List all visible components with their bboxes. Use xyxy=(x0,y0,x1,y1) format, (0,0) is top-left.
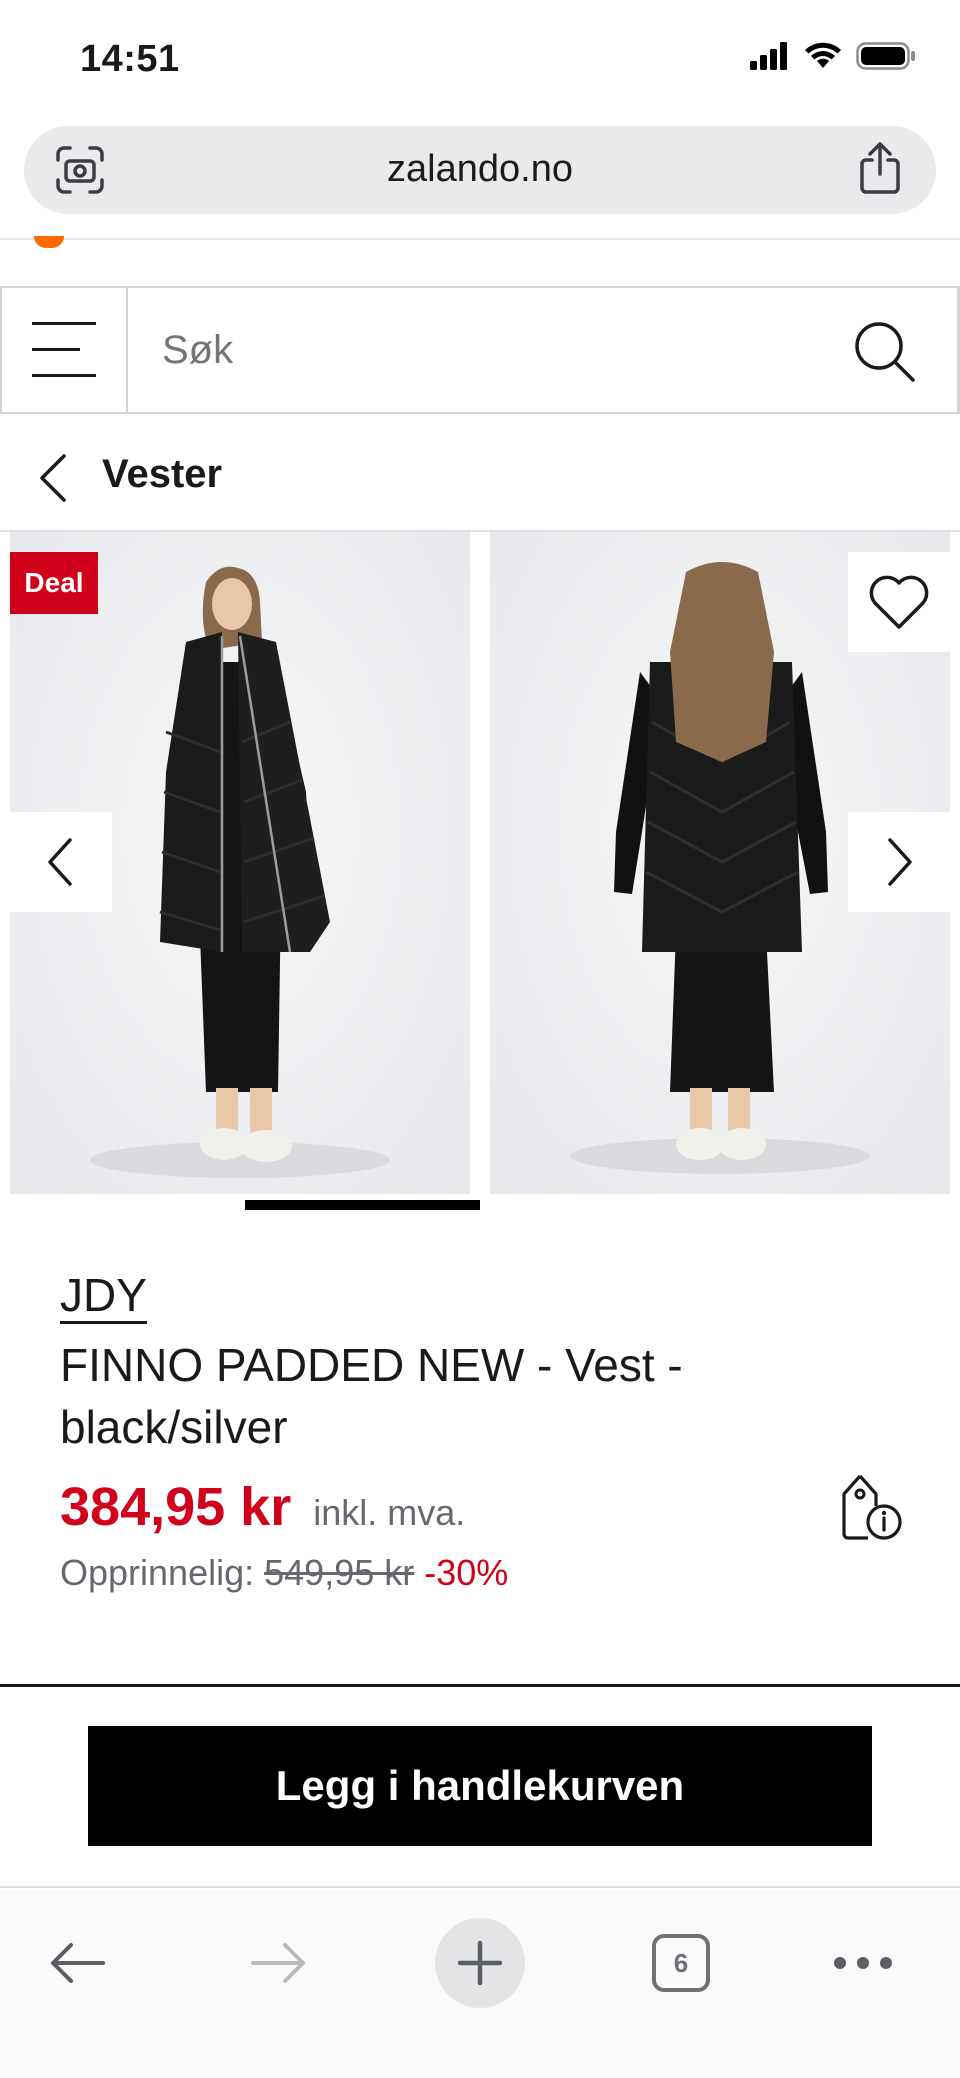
browser-back-button[interactable] xyxy=(32,1918,122,2008)
product-name: FINNO PADDED NEW - Vest - black/silver xyxy=(60,1339,683,1453)
forward-arrow-icon[interactable] xyxy=(249,1941,309,1985)
url-text[interactable]: zalando.no xyxy=(24,148,936,191)
browser-toolbar: 6 xyxy=(0,1890,960,2078)
plus-icon[interactable] xyxy=(457,1940,503,1986)
vat-note: inkl. mva. xyxy=(313,1492,466,1533)
chevron-right-icon[interactable] xyxy=(884,836,914,888)
gallery-progress xyxy=(0,1200,960,1210)
heart-icon[interactable] xyxy=(867,573,931,631)
tabs-button[interactable]: 6 xyxy=(636,1918,726,2008)
chevron-left-icon[interactable] xyxy=(34,450,74,506)
price-tag-info-icon[interactable] xyxy=(838,1472,904,1542)
gallery-prev-button[interactable] xyxy=(10,812,112,912)
brand-link[interactable]: JDY xyxy=(60,1268,147,1322)
tabs-count: 6 xyxy=(673,1947,689,1978)
status-time: 14:51 xyxy=(80,38,180,80)
wifi-icon xyxy=(805,42,841,68)
site-header xyxy=(0,286,960,414)
browser-divider xyxy=(0,238,960,240)
price-row: 384,95 kr inkl. mva. xyxy=(60,1476,465,1538)
share-icon[interactable] xyxy=(854,140,906,196)
browser-forward-button[interactable] xyxy=(234,1918,324,2008)
battery-icon xyxy=(856,42,915,70)
signal-icon xyxy=(750,42,787,70)
search-input[interactable] xyxy=(162,328,762,373)
gallery-next-button[interactable] xyxy=(848,812,950,912)
breadcrumb[interactable]: Vester xyxy=(0,430,960,530)
gallery-progress-fill xyxy=(245,1200,480,1210)
status-icons xyxy=(750,42,916,70)
current-price: 384,95 kr xyxy=(60,1477,292,1537)
new-tab-circle[interactable] xyxy=(435,1918,525,2008)
chevron-left-icon[interactable] xyxy=(46,836,76,888)
menu-icon[interactable] xyxy=(32,322,96,325)
discount-percent: -30% xyxy=(424,1552,509,1593)
product-gallery[interactable]: Deal xyxy=(0,532,960,1210)
back-arrow-icon[interactable] xyxy=(47,1941,107,1985)
sticky-divider xyxy=(0,1684,960,1687)
more-button[interactable] xyxy=(818,1918,908,2008)
original-price-row: Opprinnelig: 549,95 kr -30% xyxy=(60,1552,508,1594)
original-label: Opprinnelig: xyxy=(60,1552,255,1593)
more-icon[interactable] xyxy=(833,1956,893,1970)
toolbar-divider xyxy=(0,1886,960,1888)
add-to-cart-button[interactable]: Legg i handlekurven xyxy=(88,1726,872,1846)
breadcrumb-title[interactable]: Vester xyxy=(102,452,222,497)
zalando-logo-peek xyxy=(34,236,64,248)
tabs-icon[interactable]: 6 xyxy=(652,1934,710,1992)
address-bar[interactable]: zalando.no xyxy=(24,126,936,214)
status-bar: 14:51 xyxy=(0,0,960,120)
new-tab-button[interactable] xyxy=(435,1918,525,2008)
search-icon[interactable] xyxy=(851,318,917,384)
wishlist-button[interactable] xyxy=(848,552,950,652)
deal-badge: Deal xyxy=(10,552,98,614)
menu-button[interactable] xyxy=(2,288,128,412)
original-price: 549,95 kr xyxy=(264,1552,415,1593)
